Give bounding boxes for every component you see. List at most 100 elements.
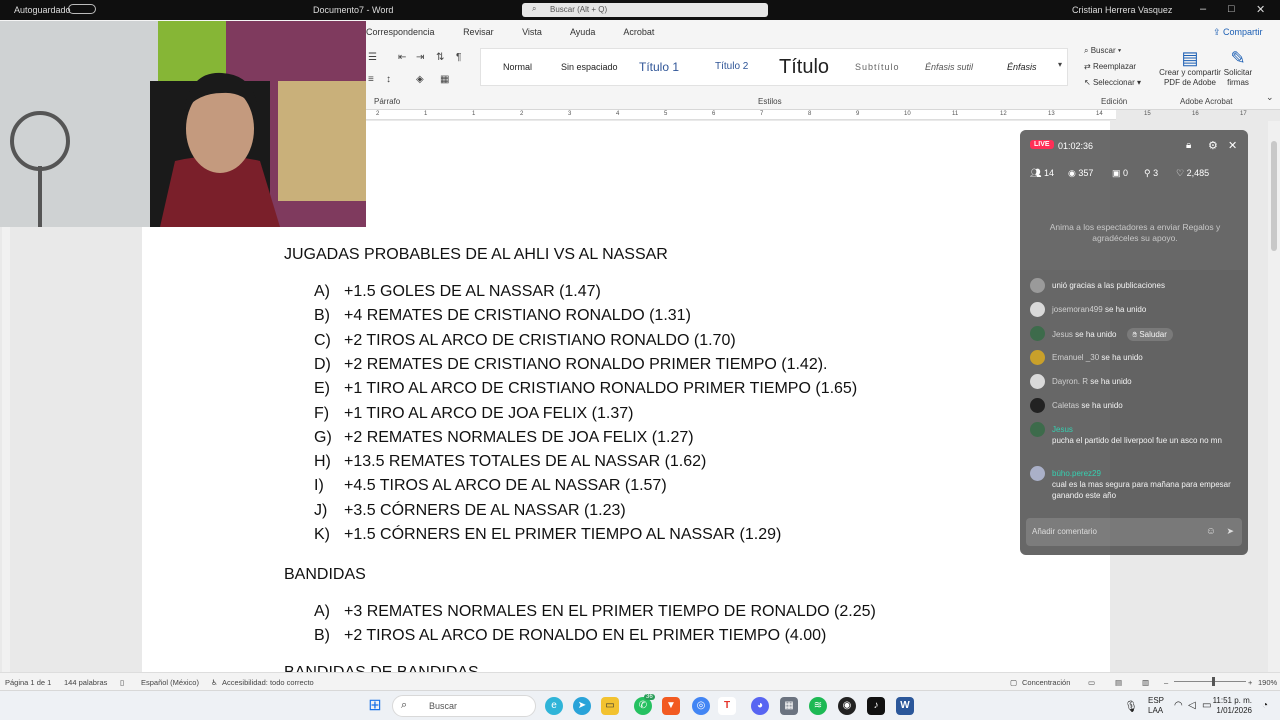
style-titulo-1[interactable]: Título 1 <box>639 49 679 85</box>
title-search-input[interactable]: ⌕ Buscar (Alt + Q) <box>522 3 768 17</box>
find-button[interactable]: ⌕ Buscar ▾ <box>1084 46 1121 56</box>
zoom-level[interactable]: 190% <box>1258 678 1277 687</box>
discord-icon[interactable]: ◕ <box>751 697 769 715</box>
chat-username[interactable]: Emanuel _30 <box>1052 353 1099 362</box>
microphone-icon[interactable]: 🎙︎ <box>1124 700 1138 713</box>
proofing-icon[interactable]: ▯ <box>120 678 124 687</box>
focus-button[interactable]: Concentración <box>1022 678 1070 687</box>
avatar[interactable] <box>1030 350 1045 365</box>
zoom-slider[interactable] <box>1174 681 1246 682</box>
zoom-in-icon[interactable]: + <box>1248 678 1252 687</box>
list-item-text: +1 TIRO AL ARCO DE JOA FELIX (1.37) <box>344 404 634 422</box>
notifications-icon[interactable]: ◔ <box>1262 700 1268 711</box>
borders-icon[interactable]: ▦ <box>440 74 449 85</box>
emoji-icon[interactable]: ☺ <box>1206 526 1216 537</box>
avatar[interactable] <box>1030 422 1045 437</box>
volume-icon[interactable]: ◁ <box>1188 700 1196 711</box>
read-mode-icon[interactable]: ▭ <box>1088 678 1095 687</box>
calculator-icon[interactable]: ▦ <box>780 697 798 715</box>
chat-username[interactable]: josemoran499 <box>1052 305 1103 314</box>
tab-correspondencia[interactable]: Correspondencia <box>366 27 435 37</box>
chat-username[interactable]: Jesus <box>1052 330 1073 339</box>
telegram-icon[interactable]: ➤ <box>573 697 591 715</box>
list-item-letter: H) <box>314 453 331 471</box>
style-sin-espaciado[interactable]: Sin espaciado <box>561 49 618 85</box>
shading-icon[interactable]: ◈ <box>416 74 424 85</box>
language-status[interactable]: Español (México) <box>141 678 199 687</box>
comment-input[interactable]: Añadir comentario ☺ ➤ <box>1026 518 1242 546</box>
select-button[interactable]: ↖ Seleccionar ▾ <box>1084 78 1141 87</box>
justify-icon[interactable]: ≡ <box>368 74 374 85</box>
increase-indent-icon[interactable]: ⇥ <box>416 52 424 63</box>
style-titulo-2[interactable]: Título 2 <box>715 49 748 85</box>
likes-stat: ♡ 2,485 <box>1176 168 1209 179</box>
avatar[interactable] <box>1030 374 1045 389</box>
style-enfasis[interactable]: Énfasis <box>1007 49 1037 85</box>
tab-revisar[interactable]: Revisar <box>463 27 494 37</box>
lock-icon[interactable]: 🔒︎ <box>1186 140 1191 151</box>
language-indicator[interactable]: ESP LAA <box>1148 696 1164 716</box>
minimize-icon[interactable]: – <box>1200 3 1206 15</box>
taskbar-search[interactable]: ⌕ Buscar <box>392 695 536 717</box>
send-icon[interactable]: ➤ <box>1226 526 1234 537</box>
zoom-slider-thumb[interactable] <box>1212 677 1215 686</box>
accessibility-status[interactable]: Accesibilidad: todo correcto <box>222 678 314 687</box>
web-layout-icon[interactable]: ▥ <box>1142 678 1149 687</box>
style-normal[interactable]: Normal <box>503 49 532 85</box>
scrollbar-thumb[interactable] <box>1271 141 1277 251</box>
t-app-icon[interactable]: T <box>718 697 736 715</box>
chat-body: josemoran499 se ha unido <box>1052 304 1242 315</box>
multilevel-list-icon[interactable]: ☰ <box>368 52 377 63</box>
maximize-icon[interactable]: □ <box>1228 3 1235 15</box>
avatar[interactable] <box>1030 398 1045 413</box>
replace-button[interactable]: ⇄ Reemplazar <box>1084 62 1136 71</box>
chat-username[interactable]: Jesus <box>1052 425 1073 434</box>
views-count: 357 <box>1078 168 1094 178</box>
wifi-icon[interactable]: ◠ <box>1174 700 1183 711</box>
share-button[interactable]: ⇪ Compartir <box>1213 27 1263 38</box>
page-count[interactable]: Página 1 de 1 <box>5 678 51 687</box>
file-explorer-icon[interactable]: ▭ <box>601 697 619 715</box>
avatar[interactable] <box>1030 302 1045 317</box>
windows-start-icon[interactable]: ⊞ <box>366 697 384 715</box>
chat-username[interactable]: Caletas <box>1052 401 1079 410</box>
brave-icon[interactable]: ▼ <box>662 697 680 715</box>
autosave-toggle[interactable] <box>68 4 96 14</box>
pilcrow-icon[interactable]: ¶ <box>456 52 461 63</box>
zoom-out-icon[interactable]: – <box>1164 678 1168 687</box>
pdf-icon: ▤ <box>1181 48 1199 68</box>
edge-icon[interactable]: e <box>545 697 563 715</box>
print-layout-icon[interactable]: ▤ <box>1115 678 1122 687</box>
style-enfasis-sutil[interactable]: Énfasis sutil <box>925 49 973 85</box>
style-subtitulo[interactable]: Subtítulo <box>855 49 900 85</box>
avatar[interactable] <box>1030 278 1045 293</box>
close-panel-icon[interactable]: ✕ <box>1228 139 1237 152</box>
tab-ayuda[interactable]: Ayuda <box>570 27 595 37</box>
style-titulo[interactable]: Título <box>779 49 829 85</box>
word-count[interactable]: 144 palabras <box>64 678 107 687</box>
tab-vista[interactable]: Vista <box>522 27 542 37</box>
obs-icon[interactable]: ◉ <box>838 697 856 715</box>
greet-button[interactable]: ✋︎ Saludar <box>1126 328 1173 341</box>
sort-icon[interactable]: ⇅ <box>436 52 444 63</box>
styles-more-icon[interactable]: ▾ <box>1058 60 1062 69</box>
avatar[interactable] <box>1030 326 1045 341</box>
avatar[interactable] <box>1030 466 1045 481</box>
chat-username[interactable]: Dayron. R <box>1052 377 1088 386</box>
request-signatures-button[interactable]: ✎ Solicitar firmas <box>1220 48 1256 88</box>
chrome-icon[interactable]: ◎ <box>692 697 710 715</box>
word-icon[interactable]: W <box>896 697 914 715</box>
clock[interactable]: 11:51 p. m. 1/01/2026 <box>1210 696 1252 716</box>
close-window-icon[interactable]: ✕ <box>1256 3 1265 16</box>
line-spacing-icon[interactable]: ↕ <box>386 74 391 85</box>
create-pdf-button[interactable]: ▤ Crear y compartir PDF de Adobe <box>1156 48 1224 88</box>
decrease-indent-icon[interactable]: ⇤ <box>398 52 406 63</box>
tab-acrobat[interactable]: Acrobat <box>623 27 654 37</box>
spotify-icon[interactable]: ≋ <box>809 697 827 715</box>
tiktok-icon[interactable]: ♪ <box>867 697 885 715</box>
vertical-scrollbar[interactable] <box>1268 121 1280 672</box>
chat-username[interactable]: búho.perez29 <box>1052 469 1101 478</box>
user-name[interactable]: Cristian Herrera Vasquez <box>1072 5 1172 15</box>
collapse-ribbon-icon[interactable]: ⌄ <box>1266 92 1274 103</box>
settings-icon[interactable]: ⚙ <box>1208 139 1218 152</box>
